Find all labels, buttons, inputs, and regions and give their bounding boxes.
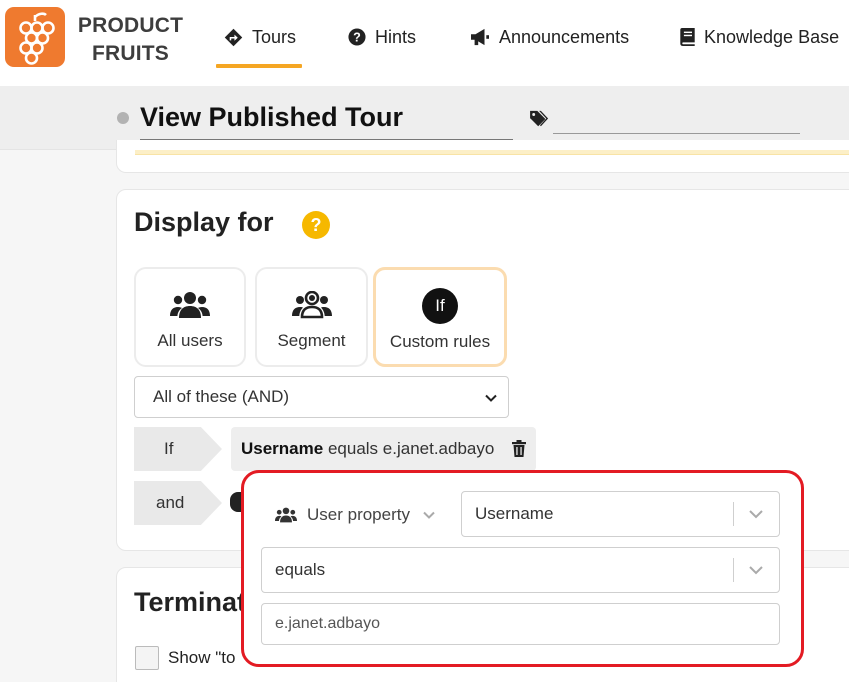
nav-tab-announcements-label: Announcements <box>499 26 630 47</box>
question-circle-icon: ? <box>348 28 366 46</box>
users-icon <box>170 292 210 318</box>
nav-tab-knowledge-base[interactable]: Knowledge Base <box>680 25 839 49</box>
nav-tab-tours-label: Tours <box>252 26 297 47</box>
nav-tab-hints-label: Hints <box>375 26 417 47</box>
rule-property: Username <box>241 439 324 458</box>
brand-name-line2: FRUITS <box>91 42 170 65</box>
option-all-users-label: All users <box>157 331 223 350</box>
property-select[interactable]: Username <box>461 491 780 537</box>
chevron-down-icon <box>749 566 763 575</box>
nav-tab-knowledge-base-label: Knowledge Base <box>704 26 840 47</box>
rules-logic-value: All of these (AND) <box>153 387 290 406</box>
option-custom-rules[interactable]: If Custom rules <box>373 267 507 367</box>
grapes-icon <box>19 12 55 65</box>
top-navbar: PRODUCT FRUITS Tours ? Hints Announcemen… <box>0 0 849 86</box>
tour-title-input[interactable]: View Published Tour <box>140 100 513 140</box>
nav-tab-announcements[interactable]: Announcements <box>470 25 629 49</box>
show-checkbox-label: Show "to <box>168 648 236 667</box>
operator-select-value: equals <box>275 560 326 579</box>
megaphone-icon <box>471 28 489 46</box>
brand-name: PRODUCT FRUITS <box>73 12 188 68</box>
rule-chip-username[interactable]: Username equals e.janet.adbayo <box>231 427 536 471</box>
display-for-title: Display for <box>134 207 274 237</box>
tags-icon <box>530 110 549 127</box>
previous-card <box>116 140 849 173</box>
tags-input[interactable] <box>553 104 800 134</box>
product-fruits-logo[interactable] <box>5 7 65 67</box>
help-icon[interactable]: ? <box>302 211 330 239</box>
brand-name-line1: PRODUCT <box>77 14 184 37</box>
property-type-label: User property <box>307 505 410 524</box>
notice-bar <box>135 150 849 155</box>
select-separator <box>733 558 734 582</box>
rule-operator: equals <box>327 439 379 458</box>
svg-text:?: ? <box>353 31 361 45</box>
option-segment[interactable]: Segment <box>255 267 368 367</box>
status-dot <box>117 112 129 124</box>
terminate-title: Terminat <box>134 587 247 617</box>
option-custom-rules-label: Custom rules <box>389 332 491 351</box>
chevron-down-icon <box>485 394 497 402</box>
rule-value-input[interactable]: e.janet.adbayo <box>261 603 780 645</box>
diamond-arrow-icon <box>224 28 243 46</box>
chevron-down-icon <box>749 510 763 519</box>
property-select-value: Username <box>475 504 554 523</box>
option-segment-label: Segment <box>277 331 346 350</box>
trash-icon[interactable] <box>512 440 526 457</box>
active-tab-indicator <box>216 64 302 68</box>
if-icon: If <box>422 288 458 324</box>
rule-value: e.janet.adbayo <box>382 439 495 458</box>
users-icon <box>275 507 297 523</box>
property-type-dropdown[interactable]: User property <box>275 503 436 527</box>
show-checkbox[interactable] <box>135 646 159 670</box>
rules-logic-select[interactable]: All of these (AND) <box>134 376 509 418</box>
user-group-icon <box>291 291 332 319</box>
book-icon <box>680 28 695 46</box>
chevron-down-icon <box>423 511 435 519</box>
select-separator <box>733 502 734 526</box>
nav-tab-hints[interactable]: ? Hints <box>348 25 416 49</box>
operator-select[interactable]: equals <box>261 547 780 593</box>
option-all-users[interactable]: All users <box>134 267 246 367</box>
nav-tab-tours[interactable]: Tours <box>224 25 296 49</box>
